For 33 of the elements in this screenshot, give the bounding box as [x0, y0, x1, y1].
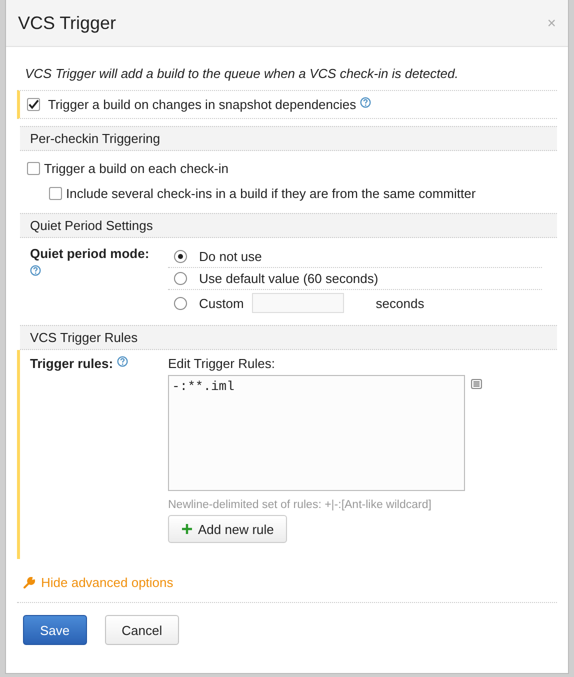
radio-label: Do not use [199, 249, 262, 264]
input-field[interactable] [252, 293, 344, 313]
save-button[interactable]: Save [23, 615, 87, 645]
field-label: Quiet period mode: [30, 246, 150, 261]
checkbox[interactable] [27, 98, 40, 111]
radio-button[interactable] [174, 296, 187, 310]
checkbox[interactable] [27, 162, 40, 175]
radio-button[interactable] [174, 250, 187, 263]
checkbox-label: Trigger a build on each check-in [44, 161, 229, 176]
description: VCS Trigger will add a build to the queue when a VCS check-in is detected. [25, 66, 460, 81]
plus-icon [181, 523, 193, 535]
checkbox-label: Include several check-ins in a build if they are from the same committer [66, 186, 476, 201]
checkbox[interactable] [49, 187, 62, 200]
help-icon[interactable] [360, 97, 372, 108]
section-header: VCS Trigger Rules [20, 325, 557, 350]
add-rule-button[interactable]: Add new rule [168, 515, 287, 543]
radio-label: Custom [199, 296, 244, 310]
rules-textarea[interactable]: -:**.iml [168, 375, 465, 491]
radio-button[interactable] [174, 272, 187, 285]
section-header: Per-checkin Triggering [20, 126, 557, 151]
unit-label: seconds [376, 296, 424, 310]
hint-text: Newline-delimited set of rules: +|-:[Ant-like wildcard] [168, 499, 432, 511]
field-label: Trigger rules: [30, 356, 114, 371]
list-icon[interactable] [471, 379, 482, 389]
help-icon[interactable] [30, 265, 41, 276]
section-header: Quiet Period Settings [20, 213, 557, 238]
wrench-icon [23, 576, 35, 588]
editor-label: Edit Trigger Rules: [168, 356, 275, 371]
dialog-title: VCS Trigger [18, 12, 116, 34]
cancel-button[interactable]: Cancel [104, 615, 180, 645]
radio-label: Use default value (60 seconds) [199, 271, 378, 286]
help-icon[interactable] [117, 356, 128, 367]
checkbox-label: Trigger a build on changes in snapshot dependencies [48, 97, 356, 112]
